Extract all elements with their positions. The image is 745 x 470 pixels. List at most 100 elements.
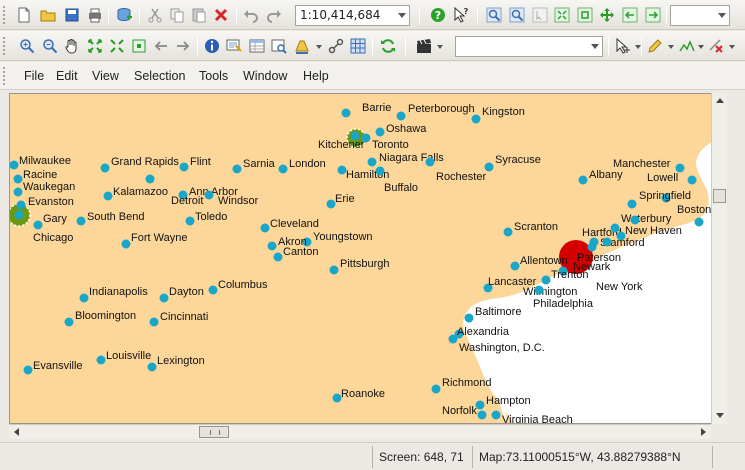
city-point[interactable] bbox=[103, 191, 113, 201]
undo-icon[interactable] bbox=[241, 5, 261, 25]
city-point[interactable] bbox=[208, 285, 218, 295]
city-point[interactable] bbox=[267, 241, 277, 251]
city-point[interactable] bbox=[477, 410, 487, 420]
style-combo[interactable] bbox=[455, 36, 603, 57]
city-point[interactable] bbox=[179, 162, 189, 172]
city-point[interactable] bbox=[273, 252, 283, 262]
city-point[interactable] bbox=[375, 166, 385, 176]
city-point[interactable] bbox=[471, 114, 481, 124]
city-point[interactable] bbox=[121, 239, 131, 249]
city-point[interactable] bbox=[503, 227, 513, 237]
city-point[interactable] bbox=[13, 174, 23, 184]
delete-icon[interactable] bbox=[211, 5, 231, 25]
zoom-out-icon[interactable] bbox=[40, 36, 60, 56]
city-point[interactable] bbox=[79, 293, 89, 303]
toolbar-grip[interactable] bbox=[3, 6, 7, 24]
select-by-attribute-icon[interactable] bbox=[269, 36, 289, 56]
measure-icon[interactable] bbox=[326, 36, 346, 56]
city-point[interactable] bbox=[375, 127, 385, 137]
city-point[interactable] bbox=[14, 210, 24, 220]
city-point[interactable] bbox=[185, 216, 195, 226]
previous-extent-icon[interactable] bbox=[620, 5, 640, 25]
fixed-zoom-in-icon[interactable] bbox=[484, 5, 504, 25]
city-point[interactable] bbox=[627, 199, 637, 209]
zoom-layer-icon[interactable] bbox=[575, 5, 595, 25]
chevron-down-icon[interactable] bbox=[316, 45, 322, 49]
redo-icon[interactable] bbox=[264, 5, 284, 25]
city-point[interactable] bbox=[96, 355, 106, 365]
city-point[interactable] bbox=[367, 157, 377, 167]
city-point[interactable] bbox=[329, 265, 339, 275]
city-point[interactable] bbox=[534, 285, 544, 295]
zoom-to-fit-icon[interactable] bbox=[107, 36, 127, 56]
city-point[interactable] bbox=[484, 162, 494, 172]
city-point[interactable] bbox=[147, 362, 157, 372]
city-point[interactable] bbox=[431, 384, 441, 394]
city-point[interactable] bbox=[13, 187, 23, 197]
map-scale-combo[interactable]: 1:10,414,684 bbox=[295, 5, 410, 26]
back-arrow-icon[interactable] bbox=[151, 36, 171, 56]
layer-combo[interactable] bbox=[670, 5, 730, 26]
horizontal-scrollbar[interactable] bbox=[9, 424, 711, 439]
menu-file[interactable]: File bbox=[24, 69, 44, 83]
whats-this-icon[interactable]: ? bbox=[451, 5, 471, 25]
city-point[interactable] bbox=[396, 111, 406, 121]
city-point[interactable] bbox=[361, 133, 371, 143]
scroll-right-icon[interactable] bbox=[701, 428, 706, 436]
menu-help[interactable]: Help bbox=[303, 69, 329, 83]
edit-vertices-icon[interactable] bbox=[613, 36, 633, 56]
pencil-icon[interactable] bbox=[645, 36, 665, 56]
city-point[interactable] bbox=[687, 175, 697, 185]
full-extent-icon[interactable] bbox=[85, 36, 105, 56]
save-icon[interactable] bbox=[62, 5, 82, 25]
city-point[interactable] bbox=[510, 261, 520, 271]
city-point[interactable] bbox=[425, 157, 435, 167]
identify-icon[interactable] bbox=[224, 36, 244, 56]
pan-arrows-icon[interactable] bbox=[597, 5, 617, 25]
city-point[interactable] bbox=[464, 313, 474, 323]
scroll-thumb[interactable] bbox=[713, 189, 726, 203]
highlight-icon[interactable] bbox=[292, 36, 312, 56]
new-file-icon[interactable] bbox=[14, 5, 34, 25]
scroll-down-icon[interactable] bbox=[716, 413, 724, 418]
map-canvas[interactable]: Barrie Peterborough Kingston Oshawa Kitchene… bbox=[10, 94, 712, 424]
info-icon[interactable] bbox=[202, 36, 222, 56]
forward-arrow-icon[interactable] bbox=[173, 36, 193, 56]
city-point[interactable] bbox=[204, 190, 214, 200]
delete-vertex-icon[interactable] bbox=[706, 36, 726, 56]
chevron-down-icon[interactable] bbox=[729, 45, 735, 49]
city-point[interactable] bbox=[630, 215, 640, 225]
city-point[interactable] bbox=[159, 293, 169, 303]
scroll-up-icon[interactable] bbox=[716, 98, 724, 103]
city-point[interactable] bbox=[278, 164, 288, 174]
fixed-zoom-out-icon[interactable] bbox=[507, 5, 527, 25]
scroll-left-icon[interactable] bbox=[14, 428, 19, 436]
chevron-down-icon[interactable] bbox=[437, 45, 443, 49]
menu-window[interactable]: Window bbox=[243, 69, 287, 83]
next-extent-icon[interactable] bbox=[643, 5, 663, 25]
city-point[interactable] bbox=[64, 317, 74, 327]
print-icon[interactable] bbox=[85, 5, 105, 25]
city-point[interactable] bbox=[33, 220, 43, 230]
movie-clip-icon[interactable] bbox=[414, 36, 434, 56]
menu-selection[interactable]: Selection bbox=[134, 69, 185, 83]
open-folder-icon[interactable] bbox=[38, 5, 58, 25]
zoom-selected-icon[interactable] bbox=[129, 36, 149, 56]
city-point[interactable] bbox=[610, 223, 620, 233]
city-point[interactable] bbox=[145, 174, 155, 184]
city-point[interactable] bbox=[260, 223, 270, 233]
copy-icon[interactable] bbox=[167, 5, 187, 25]
city-point[interactable] bbox=[602, 237, 612, 247]
city-point[interactable] bbox=[149, 317, 159, 327]
city-point[interactable] bbox=[23, 365, 33, 375]
city-point[interactable] bbox=[491, 410, 501, 420]
city-point[interactable] bbox=[100, 163, 110, 173]
paste-icon[interactable] bbox=[189, 5, 209, 25]
city-point[interactable] bbox=[578, 175, 588, 185]
city-point[interactable] bbox=[76, 216, 86, 226]
city-point[interactable] bbox=[341, 108, 351, 118]
menubar-grip[interactable] bbox=[3, 67, 7, 85]
attribute-table-icon[interactable] bbox=[247, 36, 267, 56]
vertical-scrollbar[interactable] bbox=[711, 93, 727, 424]
grid-select-icon[interactable] bbox=[348, 36, 368, 56]
